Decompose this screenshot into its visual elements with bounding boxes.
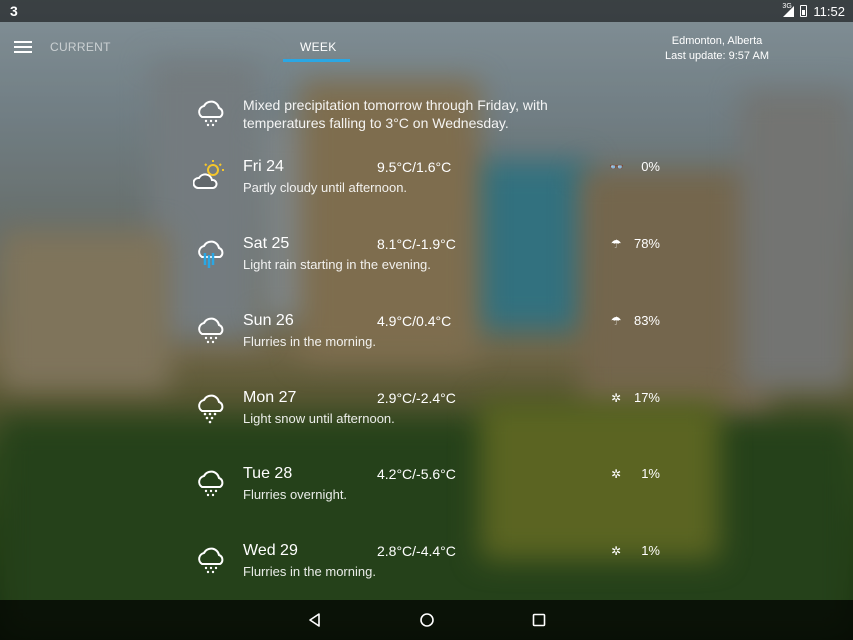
day-description: Light snow until afternoon. — [243, 411, 395, 426]
active-tab-indicator — [283, 59, 350, 62]
day-description: Flurries in the morning. — [243, 564, 376, 579]
day-name: Sun 26 — [243, 312, 294, 329]
list-item-fri[interactable]: Fri 24 Partly cloudy until afternoon. 9.… — [0, 158, 853, 218]
day-description: Flurries overnight. — [243, 487, 348, 502]
precip-percent: 1% — [641, 543, 660, 558]
list-item-wed[interactable]: Wed 29 Flurries in the morning. 2.8°C/-4… — [0, 542, 853, 602]
tab-week[interactable]: WEEK — [300, 40, 337, 54]
weekly-summary: Mixed precipitation tomorrow through Fri… — [243, 97, 548, 131]
menu-icon[interactable] — [14, 41, 32, 53]
status-bar: 3 3G 11:52 — [0, 0, 853, 22]
day-temperature: 2.9°C/-2.4°C — [377, 390, 456, 406]
list-item-sat[interactable]: Sat 25 Light rain starting in the evenin… — [0, 235, 853, 295]
clock: 11:52 — [813, 3, 845, 19]
day-description: Flurries in the morning. — [243, 334, 376, 349]
precip-percent: 78% — [633, 236, 660, 251]
day-temperature: 4.9°C/0.4°C — [377, 313, 452, 329]
last-update: Last update: 9:57 AM — [665, 50, 769, 62]
day-name: Tue 28 — [243, 465, 293, 482]
precip-percent: 1% — [641, 466, 660, 481]
home-icon[interactable] — [417, 610, 437, 630]
day-description: Partly cloudy until afternoon. — [243, 180, 408, 195]
notification-count: 3 — [10, 3, 18, 19]
rain-icon — [193, 235, 229, 271]
list-item-mon[interactable]: Mon 27 Light snow until afternoon. 2.9°C… — [0, 389, 853, 449]
precip-percent: 83% — [633, 313, 660, 328]
location-info: Edmonton, Alberta Last update: 9:57 AM — [665, 34, 769, 64]
partly-cloudy-icon — [192, 158, 229, 194]
precip-percent: 0% — [641, 159, 660, 174]
flurries-icon — [193, 542, 229, 578]
snow-icon — [193, 389, 229, 425]
back-icon[interactable] — [305, 610, 325, 630]
day-name: Wed 29 — [243, 542, 298, 559]
battery-icon — [800, 5, 808, 17]
tab-current[interactable]: CURRENT — [50, 40, 111, 54]
day-name: Sat 25 — [243, 235, 290, 252]
list-item-tue[interactable]: Tue 28 Flurries overnight. 4.2°C/-5.6°C … — [0, 465, 853, 525]
app-bar: CURRENT WEEK Edmonton, Alberta Last upda… — [0, 22, 853, 68]
flurries-icon — [193, 465, 229, 501]
flurries-icon — [193, 312, 229, 348]
day-temperature: 4.2°C/-5.6°C — [377, 466, 456, 482]
day-name: Mon 27 — [243, 389, 297, 406]
day-temperature: 2.8°C/-4.4°C — [377, 543, 456, 559]
list-item-sun[interactable]: Sun 26 Flurries in the morning. 4.9°C/0.… — [0, 312, 853, 372]
recents-icon[interactable] — [529, 610, 549, 630]
day-description: Light rain starting in the evening. — [243, 257, 431, 272]
day-name: Fri 24 — [243, 158, 284, 175]
location-name: Edmonton, Alberta — [671, 35, 763, 47]
precip-percent: 17% — [633, 390, 660, 405]
day-temperature: 9.5°C/1.6°C — [377, 159, 452, 175]
system-nav-bar — [0, 600, 853, 640]
cellular-signal-icon: 3G — [782, 3, 795, 17]
flurries-icon — [193, 95, 229, 136]
day-temperature: 8.1°C/-1.9°C — [377, 236, 456, 252]
